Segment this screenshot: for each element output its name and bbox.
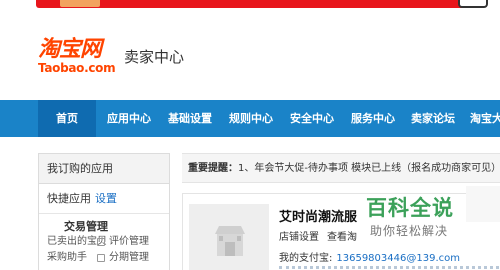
sidebar-link-row: 采购助手 分期管理 (39, 250, 169, 266)
alipay-account-link[interactable]: 13659803446@139.com (336, 253, 460, 264)
alipay-label: 我的支付宝: (279, 253, 333, 264)
logo-english: Taobao.com (38, 61, 116, 75)
checkbox-icon (97, 254, 105, 262)
notice-content: 1、年会节大促-待办事项 模块已上线（报名成功商家可见） 2、新 (238, 163, 500, 174)
quick-apps-label: 快捷应用 (47, 192, 91, 205)
checkbox-icon (97, 238, 105, 246)
sidebar-section-title: 交易管理 (64, 220, 108, 233)
sidebar-quick-apps: 快捷应用 设置 (39, 184, 169, 214)
promo-banner-badge (458, 0, 488, 8)
watermark-title: 百科全说 (366, 196, 454, 220)
sidebar-my-apps[interactable]: 我订购的应用 (39, 154, 169, 184)
nav-item-seller-forum[interactable]: 卖家论坛 (404, 100, 462, 137)
notice-text[interactable]: 重要提醒：1、年会节大促-待办事项 模块已上线（报名成功商家可见） 2、新 (188, 154, 500, 182)
watermark-subtitle: 助你轻松解决 (370, 224, 449, 238)
nav-item-home[interactable]: 首页 (38, 100, 96, 137)
notice-prefix: 重要提醒： (188, 163, 238, 174)
watermark-backdrop (466, 186, 500, 222)
shop-settings-link[interactable]: 店铺设置 (279, 232, 319, 243)
sidebar-link-installment-management[interactable]: 分期管理 (109, 250, 149, 266)
notice-bar: 重要提醒：1、年会节大促-待办事项 模块已上线（报名成功商家可见） 2、新 (182, 153, 500, 183)
watermark: 百科全说 助你轻松解决 (338, 190, 466, 246)
nav-item-basic-settings[interactable]: 基础设置 (160, 100, 220, 137)
promo-banner[interactable] (0, 0, 500, 14)
nav-item-security-center[interactable]: 安全中心 (282, 100, 342, 137)
nav-item-rules-center[interactable]: 规则中心 (221, 100, 281, 137)
sidebar-link-purchase-assistant[interactable]: 采购助手 (47, 250, 87, 266)
sidebar-link-review-management[interactable]: 评价管理 (109, 234, 149, 250)
alipay-account: 我的支付宝: 13659803446@139.com (279, 249, 460, 264)
nav-item-taobao-university[interactable]: 淘宝大 (464, 100, 500, 137)
shop-thumbnail[interactable] (189, 204, 269, 270)
quick-apps-settings-link[interactable]: 设置 (95, 192, 117, 205)
taobao-logo[interactable]: 淘宝网 Taobao.com (38, 37, 118, 75)
page-title: 卖家中心 (124, 48, 185, 66)
storefront-icon (189, 204, 269, 270)
main-nav: 首页 应用中心 基础设置 规则中心 安全中心 服务中心 卖家论坛 淘宝大 (0, 100, 500, 137)
sidebar: 我订购的应用 快捷应用 设置 交易管理 已卖出的宝贝 评价管理 采购助手 分期管理 (38, 153, 170, 270)
promo-banner-decoration (60, 0, 100, 7)
nav-item-service-center[interactable]: 服务中心 (343, 100, 403, 137)
header: 淘宝网 Taobao.com 卖家中心 (0, 14, 500, 100)
sidebar-link-row: 已卖出的宝贝 评价管理 (39, 234, 169, 250)
nav-item-app-center[interactable]: 应用中心 (99, 100, 159, 137)
logo-chinese: 淘宝网 (38, 37, 102, 62)
promo-banner-strip (36, 0, 466, 8)
truncated-row (279, 266, 499, 270)
